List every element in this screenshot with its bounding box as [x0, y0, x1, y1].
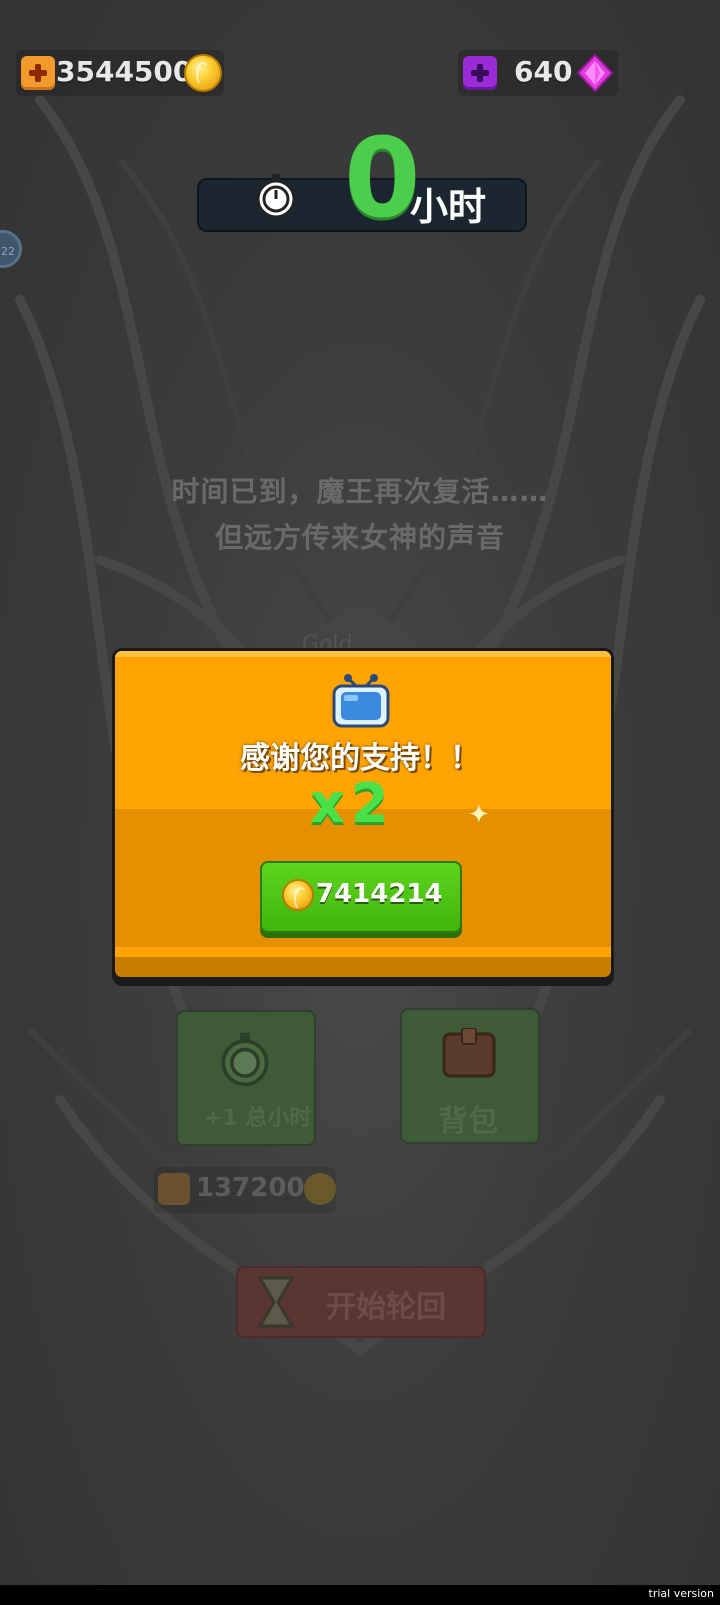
hourglass-icon [257, 1276, 295, 1328]
gold-counter: 3544500 [16, 50, 224, 96]
gold-coin-icon [184, 54, 222, 92]
story-line-1: 时间已到，魔王再次复活…… [171, 475, 549, 508]
sparkle-icon: ✦ [468, 800, 490, 830]
tv-icon [332, 674, 390, 728]
start-cycle-label: 开始轮回 [326, 1290, 446, 1325]
add-gem-icon[interactable] [463, 56, 497, 90]
timer-unit: 小时 [410, 185, 487, 229]
start-cycle-button: 开始轮回 [236, 1266, 486, 1338]
reward-amount: 7414214 [316, 879, 443, 909]
add-hours-label: +1 总小时 [204, 1106, 312, 1131]
bonus-gold-counter: 137200 [154, 1167, 336, 1213]
add-gold-icon[interactable] [21, 56, 55, 90]
gold-coin-icon [304, 1173, 336, 1205]
claim-reward-button[interactable]: 7414214 [260, 861, 462, 933]
add-gold-icon [158, 1173, 190, 1205]
gem-icon [576, 53, 614, 93]
dialog-highlight [115, 651, 611, 657]
bottom-bar [0, 1585, 720, 1605]
trial-version-label: trial version [648, 1587, 714, 1600]
dialog-bottom-lip [115, 957, 611, 977]
stopwatch-icon [221, 1032, 269, 1087]
backpack-icon [442, 1028, 496, 1078]
gold-amount: 3544500 [56, 55, 193, 88]
multiplier-text: x2 [310, 772, 395, 835]
gem-amount: 640 [514, 55, 573, 88]
gem-counter: 640 [458, 50, 618, 96]
backpack-label: 背包 [438, 1104, 498, 1139]
gold-coin-icon [282, 879, 314, 911]
stopwatch-icon [256, 174, 296, 219]
thanks-text: 感谢您的支持！！ [240, 741, 480, 776]
story-line-2: 但远方传来女神的声音 [214, 521, 505, 554]
bonus-gold-amount: 137200 [196, 1173, 305, 1203]
